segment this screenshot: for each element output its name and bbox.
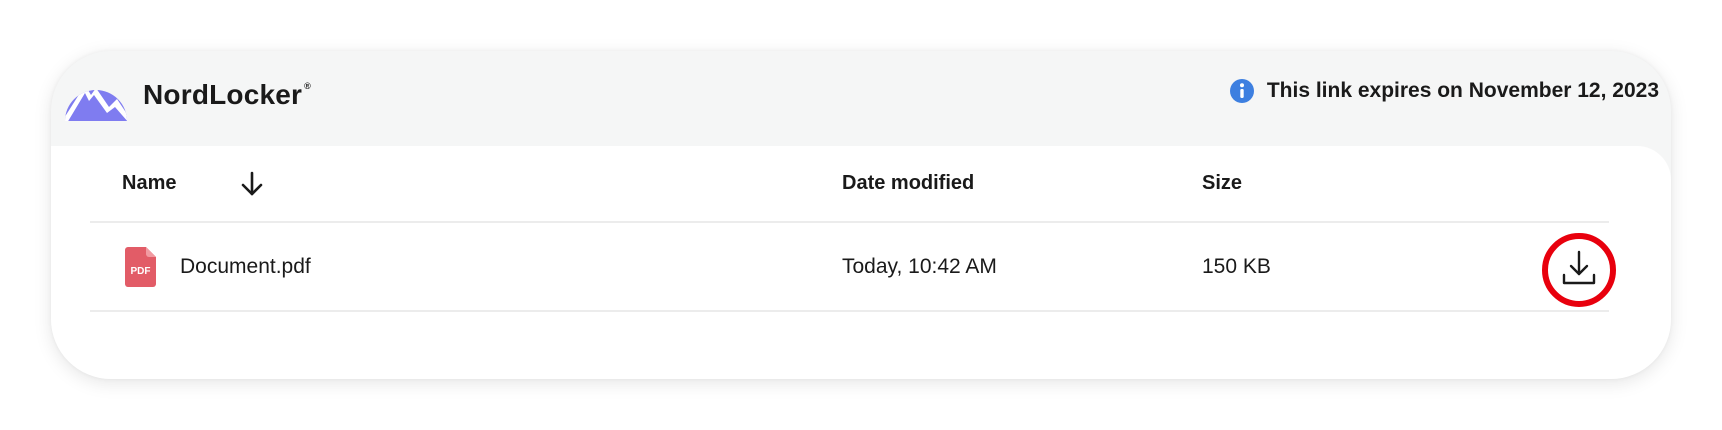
pdf-label: PDF [131,266,151,277]
pdf-file-icon: PDF [125,247,156,287]
column-header-size[interactable]: Size [1202,172,1242,195]
link-expiry-notice: This link expires on November 12, 2023 [1229,78,1659,104]
brand-logo[interactable]: NordLocker ® [63,69,311,121]
table-header: Name Date modified Size [90,146,1609,223]
file-table: Name Date modified Size PDF Document.pdf… [90,146,1616,312]
download-button[interactable] [1542,233,1616,307]
brand-name: NordLocker ® [143,79,311,110]
download-icon [1562,250,1596,285]
table-row[interactable]: PDF Document.pdf Today, 10:42 AM 150 KB [90,223,1616,312]
column-header-name[interactable]: Name [122,172,176,195]
expiry-text: This link expires on November 12, 2023 [1266,79,1659,102]
arrow-down-icon[interactable] [240,171,264,197]
header: NordLocker ® This link expires on Novembe… [51,51,1671,146]
column-header-date-modified[interactable]: Date modified [842,172,974,195]
file-list-panel: Name Date modified Size PDF Document.pdf… [51,146,1671,379]
nordlocker-mountain-icon [65,90,127,121]
shared-link-card: NordLocker ® This link expires on Novembe… [51,51,1671,379]
file-date-modified: Today, 10:42 AM [842,255,997,278]
file-size: 150 KB [1202,255,1271,278]
registered-mark: ® [304,81,311,91]
file-name[interactable]: Document.pdf [180,255,311,279]
info-icon [1229,79,1254,103]
